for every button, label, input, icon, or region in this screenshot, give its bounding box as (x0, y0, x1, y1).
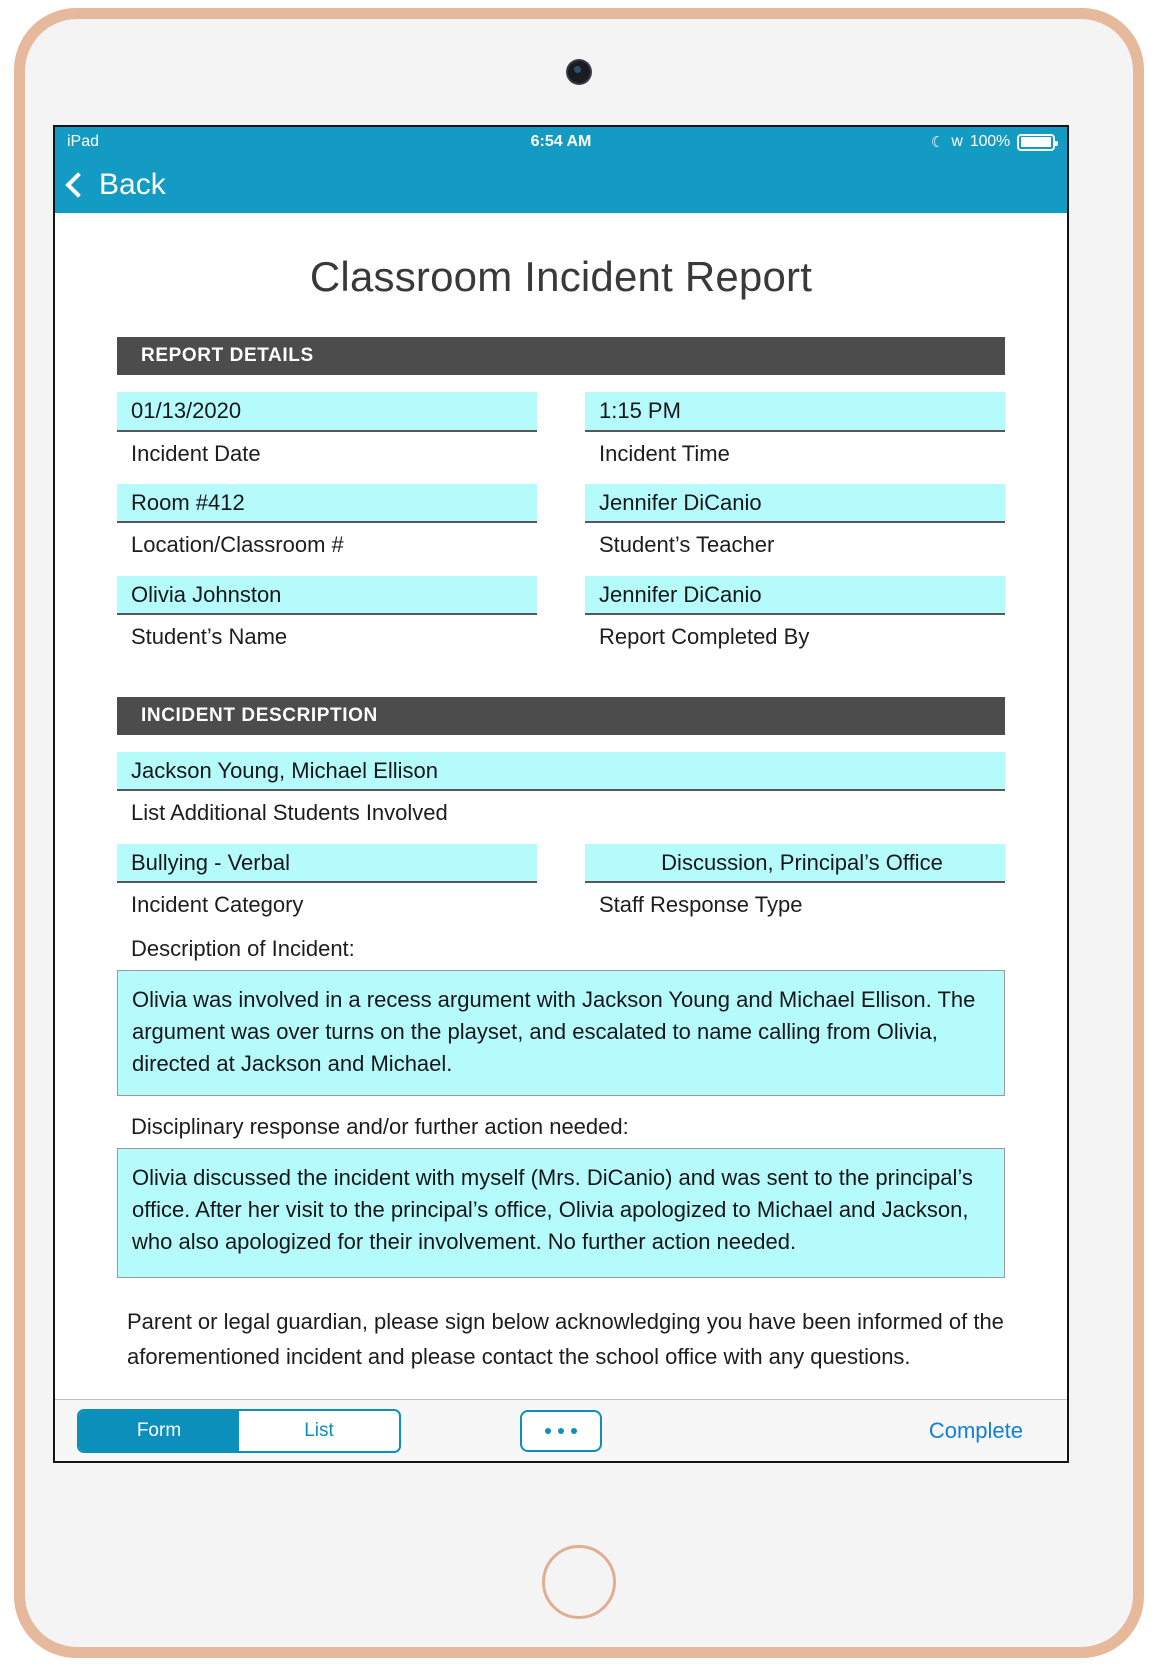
battery-percent-label: 100% (969, 133, 1010, 150)
incident-date-input[interactable]: 01/13/2020 (117, 392, 537, 432)
form-content-scroll[interactable]: Classroom Incident Report REPORT DETAILS… (55, 213, 1067, 1399)
field-incident-date: 01/13/2020 Incident Date (117, 392, 537, 467)
field-incident-category: Bullying - Verbal Incident Category (117, 843, 537, 919)
field-additional-students: Jackson Young, Michael Ellison List Addi… (117, 751, 1005, 827)
status-clock: 6:54 AM (530, 133, 592, 150)
view-mode-segmented-control[interactable]: Form List (77, 1408, 401, 1453)
back-button-label: Back (99, 168, 166, 201)
student-name-label: Student’s Name (131, 624, 288, 650)
disciplinary-response-label: Disciplinary response and/or further act… (131, 1114, 629, 1140)
form-row-category-response: Bullying - Verbal Incident Category Disc… (117, 843, 1005, 919)
staff-response-type-input[interactable]: Discussion, Principal’s Office (585, 843, 1005, 884)
staff-response-type-label: Staff Response Type (599, 892, 803, 918)
section-header-incident-description: INCIDENT DESCRIPTION (117, 696, 1005, 735)
students-teacher-input[interactable]: Jennifer DiCanio (585, 483, 1005, 524)
tab-list[interactable]: List (239, 1410, 399, 1451)
description-of-incident-textarea[interactable]: Olivia was involved in a recess argument… (117, 970, 1005, 1097)
form-row-student-completedby: Olivia Johnston Student’s Name Jennifer … (117, 575, 1005, 651)
do-not-disturb-icon: ☾ (930, 133, 945, 151)
form-row-location-teacher: Room #412 Location/Classroom # Jennifer … (117, 483, 1005, 559)
additional-students-input[interactable]: Jackson Young, Michael Ellison (117, 751, 1005, 792)
ellipsis-icon (558, 1427, 564, 1434)
form-row-date-time: 01/13/2020 Incident Date 1:15 PM Inciden… (117, 392, 1005, 467)
status-indicators: ☾ w 100% (930, 133, 1058, 151)
field-student-name: Olivia Johnston Student’s Name (117, 575, 537, 651)
home-button[interactable] (542, 1545, 616, 1619)
chevron-left-icon (65, 171, 91, 198)
field-incident-time: 1:15 PM Incident Time (585, 392, 1005, 467)
report-completed-by-label: Report Completed By (599, 624, 810, 650)
description-of-incident-label: Description of Incident: (131, 936, 355, 962)
field-staff-response-type: Discussion, Principal’s Office Staff Res… (585, 843, 1005, 919)
location-input[interactable]: Room #412 (117, 483, 537, 524)
section-header-report-details: REPORT DETAILS (117, 337, 1005, 375)
complete-button[interactable]: Complete (929, 1418, 1045, 1444)
page-title: Classroom Incident Report (309, 253, 813, 300)
form-row-additional-students: Jackson Young, Michael Ellison List Addi… (117, 751, 1005, 827)
field-students-teacher: Jennifer DiCanio Student’s Teacher (585, 483, 1005, 559)
additional-students-label: List Additional Students Involved (131, 800, 448, 826)
ipad-device-frame: iPad 6:54 AM ☾ w 100% Back Classroom Inc… (14, 8, 1144, 1658)
ipad-screen: iPad 6:54 AM ☾ w 100% Back Classroom Inc… (53, 125, 1069, 1463)
back-button[interactable]: Back (65, 168, 166, 202)
tab-form[interactable]: Form (79, 1410, 239, 1451)
incident-category-label: Incident Category (131, 892, 304, 918)
incident-date-label: Incident Date (131, 440, 261, 466)
location-label: Location/Classroom # (131, 532, 344, 558)
more-options-button[interactable] (520, 1409, 602, 1452)
disciplinary-response-textarea[interactable]: Olivia discussed the incident with mysel… (117, 1148, 1005, 1279)
device-bezel: iPad 6:54 AM ☾ w 100% Back Classroom Inc… (25, 19, 1133, 1647)
acknowledgement-paragraph: Parent or legal guardian, please sign be… (127, 1309, 1004, 1370)
incident-time-label: Incident Time (599, 440, 730, 466)
student-name-input[interactable]: Olivia Johnston (117, 575, 537, 616)
incident-category-input[interactable]: Bullying - Verbal (117, 843, 537, 884)
field-report-completed-by: Jennifer DiCanio Report Completed By (585, 575, 1005, 651)
ellipsis-icon (545, 1427, 551, 1434)
bluetooth-icon: w (951, 133, 963, 150)
front-camera-icon (568, 61, 590, 83)
battery-full-icon (1017, 133, 1058, 151)
field-location: Room #412 Location/Classroom # (117, 483, 537, 559)
students-teacher-label: Student’s Teacher (599, 532, 775, 558)
report-completed-by-input[interactable]: Jennifer DiCanio (585, 575, 1005, 616)
ellipsis-icon (571, 1427, 577, 1434)
incident-time-input[interactable]: 1:15 PM (585, 392, 1005, 432)
bottom-toolbar: Form List Complete (55, 1399, 1067, 1461)
status-bar: iPad 6:54 AM ☾ w 100% (55, 127, 1067, 157)
navigation-bar: Back (55, 157, 1067, 213)
